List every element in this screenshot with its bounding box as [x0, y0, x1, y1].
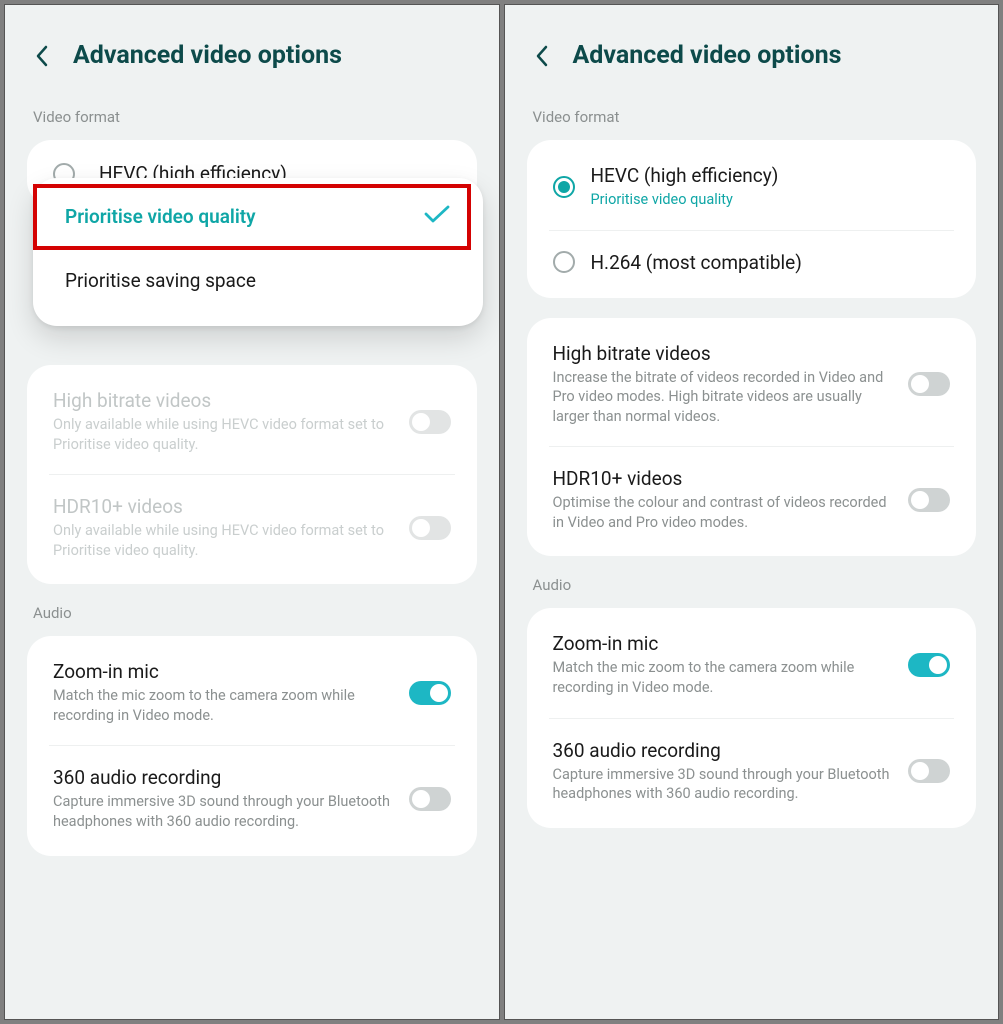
radio-row-hevc[interactable]: HEVC (high efficiency) Prioritise video …: [549, 144, 955, 231]
radio-icon[interactable]: [553, 176, 575, 198]
zoom-mic-title: Zoom-in mic: [53, 660, 393, 683]
dropdown-item-prioritise-space[interactable]: Prioritise saving space: [43, 249, 473, 312]
option-h264-label: H.264 (most compatible): [591, 251, 951, 274]
hdr-title: HDR10+ videos: [53, 495, 393, 518]
page-title: Advanced video options: [573, 41, 842, 70]
section-audio: Audio: [527, 576, 977, 608]
high-bitrate-title: High bitrate videos: [553, 342, 893, 365]
row-zoom-mic[interactable]: Zoom-in mic Match the mic zoom to the ca…: [49, 640, 455, 746]
row-hdr: HDR10+ videos Only available while using…: [49, 475, 455, 580]
radio-row-h264[interactable]: H.264 (most compatible): [549, 231, 955, 294]
check-icon: [423, 204, 451, 229]
back-icon[interactable]: [533, 47, 551, 65]
zoom-mic-title: Zoom-in mic: [553, 632, 893, 655]
row-high-bitrate: High bitrate videos Only available while…: [49, 369, 455, 475]
dropdown-item-label: Prioritise saving space: [65, 269, 256, 292]
row-360-audio[interactable]: 360 audio recording Capture immersive 3D…: [49, 746, 455, 851]
section-video-format: Video format: [527, 108, 977, 140]
bitrate-hdr-card: High bitrate videos Only available while…: [27, 365, 477, 584]
radio-icon[interactable]: [553, 251, 575, 273]
audio-card: Zoom-in mic Match the mic zoom to the ca…: [27, 636, 477, 855]
audio360-toggle[interactable]: [908, 759, 950, 783]
audio360-toggle[interactable]: [409, 787, 451, 811]
audio360-title: 360 audio recording: [53, 766, 393, 789]
page-title: Advanced video options: [73, 41, 342, 70]
high-bitrate-toggle: [409, 410, 451, 434]
section-audio: Audio: [27, 604, 477, 636]
hdr-toggle: [409, 516, 451, 540]
row-high-bitrate[interactable]: High bitrate videos Increase the bitrate…: [549, 322, 955, 448]
zoom-mic-toggle[interactable]: [908, 653, 950, 677]
header: Advanced video options: [27, 33, 477, 108]
audio360-title: 360 audio recording: [553, 739, 893, 762]
zoom-mic-sub: Match the mic zoom to the camera zoom wh…: [553, 658, 893, 697]
zoom-mic-sub: Match the mic zoom to the camera zoom wh…: [53, 686, 393, 725]
row-hdr[interactable]: HDR10+ videos Optimise the colour and co…: [549, 447, 955, 552]
section-video-format: Video format: [27, 108, 477, 140]
high-bitrate-sub: Increase the bitrate of videos recorded …: [553, 368, 893, 427]
row-360-audio[interactable]: 360 audio recording Capture immersive 3D…: [549, 719, 955, 824]
option-hevc-label: HEVC (high efficiency): [591, 164, 951, 187]
audio360-sub: Capture immersive 3D sound through your …: [53, 792, 393, 831]
audio-card: Zoom-in mic Match the mic zoom to the ca…: [527, 608, 977, 827]
screen-left: Advanced video options Video format HEVC…: [4, 4, 500, 1020]
back-icon[interactable]: [33, 47, 51, 65]
header: Advanced video options: [527, 33, 977, 108]
high-bitrate-sub: Only available while using HEVC video fo…: [53, 415, 393, 454]
hdr-toggle[interactable]: [908, 488, 950, 512]
high-bitrate-title: High bitrate videos: [53, 389, 393, 412]
dropdown-item-label: Prioritise video quality: [65, 205, 256, 228]
row-zoom-mic[interactable]: Zoom-in mic Match the mic zoom to the ca…: [549, 612, 955, 718]
hevc-dropdown-popup: Prioritise video quality Prioritise savi…: [33, 178, 483, 326]
option-hevc-sub: Prioritise video quality: [591, 190, 951, 210]
hdr-sub: Only available while using HEVC video fo…: [53, 521, 393, 560]
zoom-mic-toggle[interactable]: [409, 681, 451, 705]
bitrate-hdr-card: High bitrate videos Increase the bitrate…: [527, 318, 977, 557]
high-bitrate-toggle[interactable]: [908, 372, 950, 396]
video-format-card: HEVC (high efficiency) Prioritise video …: [527, 140, 977, 298]
audio360-sub: Capture immersive 3D sound through your …: [553, 765, 893, 804]
hdr-title: HDR10+ videos: [553, 467, 893, 490]
hdr-sub: Optimise the colour and contrast of vide…: [553, 493, 893, 532]
screen-right: Advanced video options Video format HEVC…: [504, 4, 1000, 1020]
dropdown-item-prioritise-quality[interactable]: Prioritise video quality: [43, 184, 473, 249]
